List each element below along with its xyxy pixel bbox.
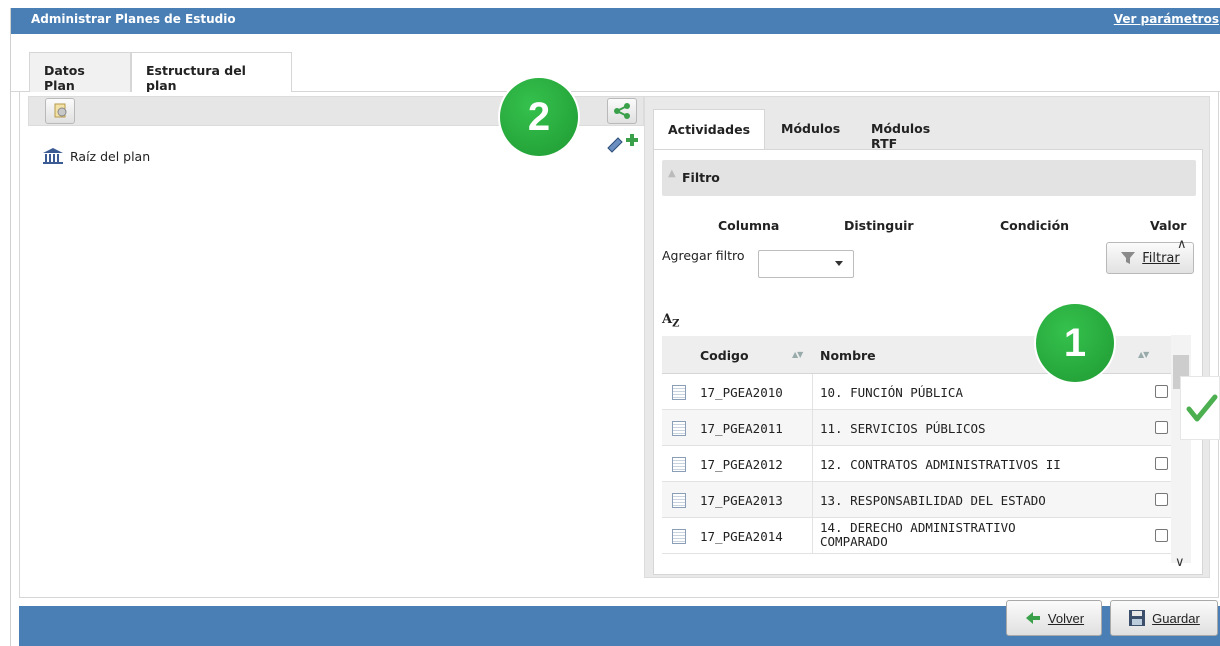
gear-doc-icon — [54, 103, 67, 118]
activity-icon — [672, 493, 686, 508]
row-checkbox[interactable] — [1155, 421, 1168, 434]
scroll-up-icon[interactable]: ∧ — [1177, 237, 1187, 252]
tab-modulos-rtf[interactable]: Módulos RTF — [857, 109, 973, 151]
step-badge-1: 1 — [1036, 304, 1114, 382]
col-codigo[interactable]: Codigo — [700, 348, 749, 363]
table-row[interactable]: 17_PGEA2014 14. DERECHO ADMINISTRATIVO CO… — [662, 518, 1176, 554]
back-button-label: Volver — [1047, 610, 1085, 626]
pencil-add-icon[interactable] — [604, 132, 640, 154]
sort-nombre-icon[interactable]: ▲▼ — [1138, 350, 1149, 359]
tab-estructura-plan[interactable]: Estructura del plan — [131, 52, 292, 93]
table-row[interactable]: 17_PGEA2012 12. CONTRATOS ADMINISTRATIVO… — [662, 446, 1176, 482]
sort-codigo-icon[interactable]: ▲▼ — [792, 350, 803, 359]
sort-az-icon[interactable]: AZ — [662, 312, 679, 330]
main-tabs: Datos Plan Estructura del plan — [11, 34, 1220, 93]
filter-col-distinguir: Distinguir — [844, 218, 914, 233]
grid-scrollbar[interactable] — [1171, 335, 1191, 563]
row-name: 12. CONTRATOS ADMINISTRATIVOS II — [820, 457, 1061, 472]
row-name: 11. SERVICIOS PÚBLICOS — [820, 421, 986, 436]
filter-header[interactable]: ▲ Filtro — [662, 160, 1196, 196]
row-checkbox[interactable] — [1155, 457, 1168, 470]
row-code: 17_PGEA2013 — [700, 493, 783, 508]
funnel-icon — [1121, 252, 1136, 264]
check-icon — [1186, 394, 1218, 422]
activities-content: ▲ Filtro Columna Distinguir Condición Va… — [653, 149, 1203, 575]
row-code: 17_PGEA2012 — [700, 457, 783, 472]
table-row[interactable]: 17_PGEA2011 11. SERVICIOS PÚBLICOS — [662, 410, 1176, 446]
collapse-icon: ▲ — [668, 168, 676, 179]
scroll-down-icon[interactable]: ∨ — [1175, 555, 1185, 570]
chevron-down-icon — [835, 261, 843, 266]
save-button[interactable]: Guardar — [1110, 600, 1218, 636]
tab-datos-plan[interactable]: Datos Plan — [29, 52, 131, 93]
tree-action-button[interactable] — [45, 98, 75, 124]
step-badge-2: 2 — [500, 78, 578, 156]
window-title: Administrar Planes de Estudio — [31, 12, 236, 26]
share-icon — [614, 103, 630, 119]
filter-col-condicion: Condición — [1000, 218, 1070, 233]
activity-icon — [672, 457, 686, 472]
table-row[interactable]: 17_PGEA2010 10. FUNCIÓN PÚBLICA — [662, 374, 1176, 410]
filter-col-valor: Valor — [1150, 218, 1187, 233]
row-name: 10. FUNCIÓN PÚBLICA — [820, 385, 963, 400]
activities-panel: Actividades Módulos Módulos RTF ▲ Filtro… — [644, 96, 1210, 578]
row-code: 17_PGEA2011 — [700, 421, 783, 436]
add-filter-select[interactable] — [758, 250, 854, 278]
add-filter-label: Agregar filtro — [662, 248, 745, 263]
title-bar: Administrar Planes de Estudio Ver paráme… — [11, 8, 1220, 34]
filter-title: Filtro — [682, 170, 720, 185]
row-code: 17_PGEA2010 — [700, 385, 783, 400]
row-name: 14. DERECHO ADMINISTRATIVO COMPARADO — [820, 520, 1016, 549]
bank-icon — [42, 147, 64, 165]
table-row[interactable]: 17_PGEA2013 13. RESPONSABILIDAD DEL ESTA… — [662, 482, 1176, 518]
tree-root-label: Raíz del plan — [70, 148, 151, 164]
col-nombre[interactable]: Nombre — [820, 348, 876, 363]
tab-modulos[interactable]: Módulos — [767, 109, 855, 149]
row-checkbox[interactable] — [1155, 493, 1168, 506]
confirm-selection-button[interactable] — [1180, 376, 1220, 440]
row-code: 17_PGEA2014 — [700, 529, 783, 544]
view-params-link[interactable]: Ver parámetros — [1114, 12, 1219, 26]
row-checkbox[interactable] — [1155, 385, 1168, 398]
tab-actividades[interactable]: Actividades — [653, 109, 765, 150]
save-button-label: Guardar — [1152, 610, 1200, 626]
floppy-icon — [1129, 610, 1146, 626]
filter-button-label: Filtrar — [1142, 250, 1180, 266]
back-button[interactable]: Volver — [1006, 600, 1102, 636]
filter-col-columna: Columna — [718, 218, 780, 233]
share-button[interactable] — [607, 98, 637, 124]
back-arrow-icon — [1025, 612, 1040, 624]
activity-icon — [672, 421, 686, 436]
row-name: 13. RESPONSABILIDAD DEL ESTADO — [820, 493, 1046, 508]
activity-icon — [672, 529, 686, 544]
activity-icon — [672, 385, 686, 400]
row-checkbox[interactable] — [1155, 529, 1168, 542]
tree-root[interactable]: Raíz del plan — [42, 146, 150, 166]
